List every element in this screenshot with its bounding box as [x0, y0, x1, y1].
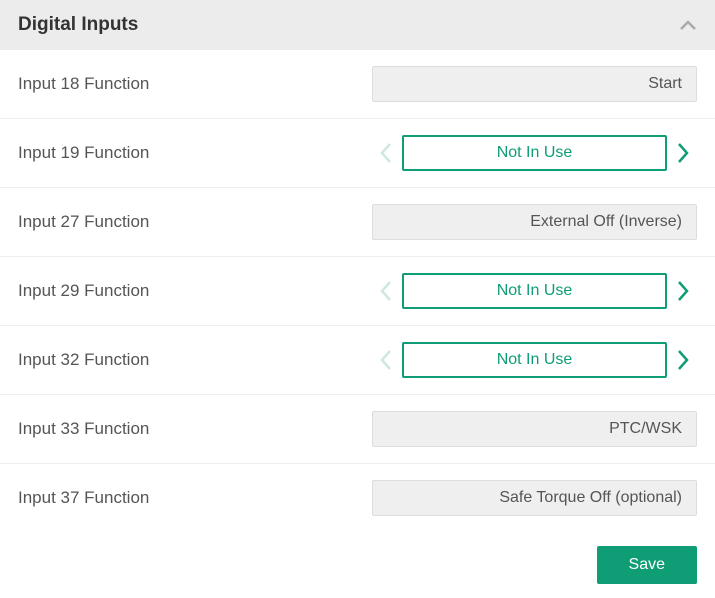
input-control: Start [278, 66, 697, 102]
chevron-right-icon[interactable] [669, 142, 697, 164]
value-readonly-wrap: Safe Torque Off (optional) [372, 480, 697, 516]
value-readonly: Start [372, 66, 697, 102]
value-readonly-wrap: Start [372, 66, 697, 102]
value-selector: Not In Use [372, 273, 697, 309]
input-label: Input 29 Function [18, 281, 278, 301]
input-label: Input 33 Function [18, 419, 278, 439]
section-header[interactable]: Digital Inputs [0, 0, 715, 50]
chevron-left-icon[interactable] [372, 142, 400, 164]
value-select[interactable]: Not In Use [402, 342, 667, 378]
input-control: Not In Use [278, 273, 697, 309]
input-control: PTC/WSK [278, 411, 697, 447]
input-row: Input 18 Function Start [0, 50, 715, 119]
value-readonly-wrap: PTC/WSK [372, 411, 697, 447]
chevron-right-icon[interactable] [669, 349, 697, 371]
input-row: Input 37 Function Safe Torque Off (option… [0, 464, 715, 532]
chevron-left-icon[interactable] [372, 349, 400, 371]
input-label: Input 19 Function [18, 143, 278, 163]
input-control: Not In Use [278, 342, 697, 378]
value-readonly: PTC/WSK [372, 411, 697, 447]
input-row: Input 19 Function Not In Use [0, 119, 715, 188]
input-label: Input 37 Function [18, 488, 278, 508]
value-readonly: Safe Torque Off (optional) [372, 480, 697, 516]
value-selector: Not In Use [372, 135, 697, 171]
value-readonly: External Off (Inverse) [372, 204, 697, 240]
input-control: Not In Use [278, 135, 697, 171]
input-control: External Off (Inverse) [278, 204, 697, 240]
input-label: Input 27 Function [18, 212, 278, 232]
value-selector: Not In Use [372, 342, 697, 378]
input-row: Input 29 Function Not In Use [0, 257, 715, 326]
input-row: Input 33 Function PTC/WSK [0, 395, 715, 464]
value-select[interactable]: Not In Use [402, 135, 667, 171]
input-label: Input 32 Function [18, 350, 278, 370]
input-row: Input 27 Function External Off (Inverse) [0, 188, 715, 257]
section-title: Digital Inputs [18, 14, 138, 36]
input-label: Input 18 Function [18, 74, 278, 94]
chevron-right-icon[interactable] [669, 280, 697, 302]
save-button[interactable]: Save [597, 546, 697, 584]
input-control: Safe Torque Off (optional) [278, 480, 697, 516]
value-select[interactable]: Not In Use [402, 273, 667, 309]
footer: Save [0, 532, 715, 598]
chevron-up-icon [679, 15, 697, 36]
input-row: Input 32 Function Not In Use [0, 326, 715, 395]
value-readonly-wrap: External Off (Inverse) [372, 204, 697, 240]
chevron-left-icon[interactable] [372, 280, 400, 302]
